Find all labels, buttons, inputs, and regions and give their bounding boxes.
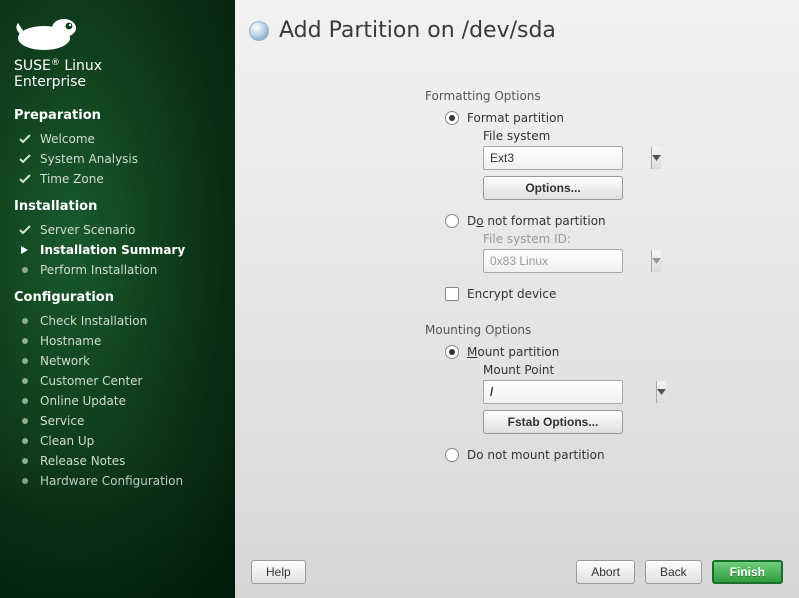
do-not-format-radio[interactable] (445, 214, 459, 228)
step-server-scenario: Server Scenario (14, 220, 221, 240)
step-label: Server Scenario (40, 223, 135, 237)
sidebar: SUSE® Linux Enterprise Preparation Welco… (0, 0, 235, 598)
step-hostname: Hostname (14, 331, 221, 351)
file-system-combo[interactable] (483, 146, 623, 170)
section-installation: Installation (14, 199, 221, 214)
step-label: Hardware Configuration (40, 474, 183, 488)
abort-button[interactable]: Abort (576, 560, 635, 584)
steps-configuration: Check Installation Hostname Network Cust… (14, 311, 221, 491)
fs-id-value (484, 254, 651, 268)
finish-button[interactable]: Finish (712, 560, 783, 584)
step-hardware-configuration: Hardware Configuration (14, 471, 221, 491)
step-welcome: Welcome (14, 129, 221, 149)
brand-line1: SUSE (14, 58, 51, 74)
fstab-options-button[interactable]: Fstab Options... (483, 410, 623, 434)
fs-options-button[interactable]: Options... (483, 176, 623, 200)
bullet-icon (18, 394, 32, 408)
page-title: Add Partition on /dev/sda (279, 18, 556, 43)
bullet-icon (18, 434, 32, 448)
file-system-label: File system (483, 129, 769, 143)
step-label: Clean Up (40, 434, 94, 448)
format-partition-radio[interactable] (445, 111, 459, 125)
step-installation-summary: Installation Summary (14, 240, 221, 260)
step-label: Installation Summary (40, 243, 185, 257)
step-label: Hostname (40, 334, 101, 348)
do-not-mount-row[interactable]: Do not mount partition (445, 448, 769, 462)
step-check-installation: Check Installation (14, 311, 221, 331)
step-label: Welcome (40, 132, 95, 146)
check-icon (18, 132, 32, 146)
step-label: Online Update (40, 394, 126, 408)
bullet-icon (18, 354, 32, 368)
help-button[interactable]: Help (251, 560, 306, 584)
step-label: Network (40, 354, 90, 368)
steps-installation: Server Scenario Installation Summary Per… (14, 220, 221, 280)
encrypt-device-row[interactable]: Encrypt device (445, 287, 769, 301)
step-label: System Analysis (40, 152, 138, 166)
step-label: Check Installation (40, 314, 147, 328)
bullet-icon (18, 374, 32, 388)
mount-partition-row[interactable]: Mount partition (445, 345, 769, 359)
step-label: Service (40, 414, 84, 428)
do-not-format-row[interactable]: Do not format partition (445, 214, 769, 228)
do-not-format-label: Do not format partition (467, 214, 606, 228)
step-online-update: Online Update (14, 391, 221, 411)
chevron-down-icon (651, 250, 661, 272)
step-system-analysis: System Analysis (14, 149, 221, 169)
encrypt-device-checkbox[interactable] (445, 287, 459, 301)
bullet-icon (18, 454, 32, 468)
fs-id-combo (483, 249, 623, 273)
step-customer-center: Customer Center (14, 371, 221, 391)
format-partition-label: Format partition (467, 111, 564, 125)
footer-bar: Help Abort Back Finish (235, 548, 799, 598)
content-area: Formatting Options Format partition File… (235, 51, 799, 548)
bullet-icon (18, 414, 32, 428)
bullet-icon (18, 263, 32, 277)
step-time-zone: Time Zone (14, 169, 221, 189)
brand-line3: Enterprise (14, 74, 86, 90)
mount-point-combo[interactable] (483, 380, 623, 404)
step-label: Perform Installation (40, 263, 157, 277)
section-preparation: Preparation (14, 108, 221, 123)
check-icon (18, 152, 32, 166)
bullet-icon (18, 334, 32, 348)
arrow-icon (18, 243, 32, 257)
bullet-icon (18, 314, 32, 328)
step-release-notes: Release Notes (14, 451, 221, 471)
mounting-options-label: Mounting Options (425, 323, 769, 337)
steps-preparation: Welcome System Analysis Time Zone (14, 129, 221, 189)
formatting-options-label: Formatting Options (425, 89, 769, 103)
section-configuration: Configuration (14, 290, 221, 305)
step-service: Service (14, 411, 221, 431)
mount-point-label: Mount Point (483, 363, 769, 377)
step-label: Customer Center (40, 374, 143, 388)
file-system-value[interactable] (484, 151, 651, 165)
fs-id-label: File system ID: (483, 232, 769, 246)
bullet-icon (18, 474, 32, 488)
page-header: Add Partition on /dev/sda (235, 0, 799, 51)
mount-point-value[interactable] (484, 385, 656, 399)
format-partition-row[interactable]: Format partition (445, 111, 769, 125)
do-not-mount-label: Do not mount partition (467, 448, 605, 462)
chevron-down-icon[interactable] (651, 147, 661, 169)
encrypt-device-label: Encrypt device (467, 287, 556, 301)
suse-logo (14, 14, 221, 52)
brand-text: SUSE® Linux Enterprise (14, 58, 221, 90)
check-icon (18, 172, 32, 186)
step-label: Release Notes (40, 454, 125, 468)
do-not-mount-radio[interactable] (445, 448, 459, 462)
step-clean-up: Clean Up (14, 431, 221, 451)
brand-line2: Linux (64, 58, 102, 74)
step-label: Time Zone (40, 172, 104, 186)
globe-icon (249, 21, 269, 41)
back-button[interactable]: Back (645, 560, 702, 584)
step-network: Network (14, 351, 221, 371)
main-panel: Add Partition on /dev/sda Formatting Opt… (235, 0, 799, 598)
mount-partition-radio[interactable] (445, 345, 459, 359)
mount-partition-label: Mount partition (467, 345, 559, 359)
step-perform-installation: Perform Installation (14, 260, 221, 280)
check-icon (18, 223, 32, 237)
chevron-down-icon[interactable] (656, 381, 666, 403)
